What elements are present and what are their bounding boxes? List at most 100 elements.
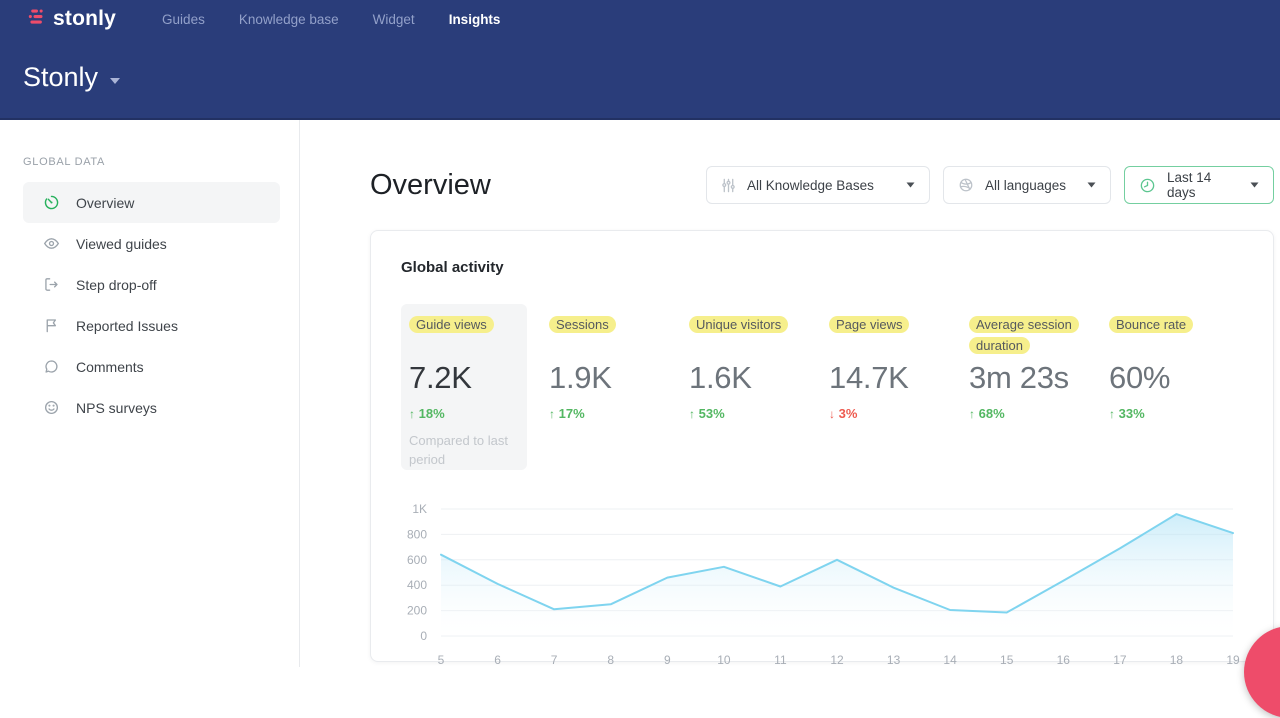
metric-change: ↑ 33%	[1109, 406, 1233, 421]
svg-text:400: 400	[407, 578, 427, 592]
language-filter-value: All languages	[985, 178, 1076, 193]
svg-text:16: 16	[1057, 653, 1071, 667]
metric-change: ↑ 17%	[549, 406, 673, 421]
arrow-up-icon: ↑	[1109, 407, 1115, 421]
sidebar-item-nps-surveys[interactable]: NPS surveys	[23, 387, 280, 428]
metric-avg-session-duration[interactable]: Average session duration 3m 23s ↑ 68%	[961, 304, 1101, 470]
sidebar-item-label: Viewed guides	[76, 236, 167, 252]
svg-text:19: 19	[1226, 653, 1240, 667]
metric-change: ↑ 53%	[689, 406, 813, 421]
svg-text:5: 5	[438, 653, 445, 667]
sidebar-item-comments[interactable]: Comments	[23, 346, 280, 387]
metric-value: 14.7K	[829, 360, 953, 396]
logo-text: stonly	[53, 7, 116, 31]
eye-icon	[43, 235, 60, 252]
sidebar-item-label: Overview	[76, 195, 134, 211]
step-dropoff-icon	[43, 276, 60, 293]
svg-text:9: 9	[664, 653, 671, 667]
date-range-filter-value: Last 14 days	[1167, 170, 1239, 200]
svg-text:600: 600	[407, 552, 427, 566]
knowledge-base-filter-value: All Knowledge Bases	[747, 178, 895, 193]
svg-text:13: 13	[887, 653, 901, 667]
clock-icon	[1139, 177, 1156, 194]
filters-row: All Knowledge Bases All languages	[706, 166, 1274, 204]
metric-value: 3m 23s	[969, 360, 1093, 396]
metrics-row: Guide views 7.2K ↑ 18% Compared to last …	[401, 304, 1243, 470]
sidebar-item-viewed-guides[interactable]: Viewed guides	[23, 223, 280, 264]
svg-text:800: 800	[407, 527, 427, 541]
svg-text:8: 8	[607, 653, 614, 667]
chevron-down-icon	[1087, 182, 1096, 188]
metric-change: ↑ 68%	[969, 406, 1093, 421]
smiley-icon	[43, 399, 60, 416]
nav-item-widget[interactable]: Widget	[373, 12, 415, 27]
date-range-filter[interactable]: Last 14 days	[1124, 166, 1274, 204]
flag-icon	[43, 317, 60, 334]
sidebar-item-label: NPS surveys	[76, 400, 157, 416]
chevron-down-icon	[1250, 182, 1259, 188]
sidebar-item-reported-issues[interactable]: Reported Issues	[23, 305, 280, 346]
metric-value: 1.6K	[689, 360, 813, 396]
metric-label: Page views	[829, 314, 953, 358]
svg-text:17: 17	[1113, 653, 1127, 667]
metric-value: 1.9K	[549, 360, 673, 396]
gauge-icon	[43, 194, 60, 211]
sidebar-item-label: Step drop-off	[76, 277, 157, 293]
metric-change: ↓ 3%	[829, 406, 953, 421]
global-activity-card: Global activity Guide views 7.2K ↑ 18% C…	[370, 230, 1274, 662]
metric-page-views[interactable]: Page views 14.7K ↓ 3%	[821, 304, 961, 470]
sliders-icon	[721, 178, 736, 193]
svg-text:14: 14	[943, 653, 957, 667]
svg-text:200: 200	[407, 603, 427, 617]
metric-note: Compared to last period	[409, 432, 521, 470]
arrow-down-icon: ↓	[829, 407, 835, 421]
sidebar: GLOBAL DATA Overview Viewed guides	[0, 120, 300, 667]
svg-text:6: 6	[494, 653, 501, 667]
activity-chart: 02004006008001K5678910111213141516171819	[401, 497, 1243, 677]
svg-text:1K: 1K	[412, 502, 427, 516]
metric-value: 7.2K	[409, 360, 519, 396]
metric-value: 60%	[1109, 360, 1233, 396]
sidebar-section-title: GLOBAL DATA	[23, 156, 279, 168]
metric-sessions[interactable]: Sessions 1.9K ↑ 17%	[541, 304, 681, 470]
arrow-up-icon: ↑	[409, 407, 415, 421]
stonly-logo-icon	[28, 7, 45, 31]
arrow-up-icon: ↑	[549, 407, 555, 421]
sidebar-item-label: Reported Issues	[76, 318, 178, 334]
metric-unique-visitors[interactable]: Unique visitors 1.6K ↑ 53%	[681, 304, 821, 470]
metric-label: Bounce rate	[1109, 314, 1233, 358]
metric-bounce-rate[interactable]: Bounce rate 60% ↑ 33%	[1101, 304, 1241, 470]
metric-label: Average session duration	[969, 314, 1093, 358]
chevron-down-icon	[110, 78, 120, 84]
svg-text:12: 12	[830, 653, 844, 667]
top-navbar: stonly Guides Knowledge base Widget Insi…	[0, 0, 1280, 120]
svg-text:18: 18	[1170, 653, 1184, 667]
language-filter[interactable]: All languages	[943, 166, 1111, 204]
sidebar-item-step-drop-off[interactable]: Step drop-off	[23, 264, 280, 305]
sidebar-item-label: Comments	[76, 359, 144, 375]
workspace-title: Stonly	[23, 62, 98, 93]
metric-label: Unique visitors	[689, 314, 813, 358]
nav-item-guides[interactable]: Guides	[162, 12, 205, 27]
primary-nav: Guides Knowledge base Widget Insights	[162, 12, 500, 27]
stonly-logo[interactable]: stonly	[28, 7, 116, 31]
metric-guide-views[interactable]: Guide views 7.2K ↑ 18% Compared to last …	[401, 304, 527, 470]
workspace-switcher[interactable]: Stonly	[23, 62, 120, 93]
nav-item-insights[interactable]: Insights	[449, 12, 501, 27]
arrow-up-icon: ↑	[969, 407, 975, 421]
knowledge-base-filter[interactable]: All Knowledge Bases	[706, 166, 930, 204]
chevron-down-icon	[906, 182, 915, 188]
metric-change: ↑ 18%	[409, 406, 519, 421]
svg-text:7: 7	[551, 653, 558, 667]
main-content: Overview All Knowledge Bases	[300, 120, 1280, 667]
arrow-up-icon: ↑	[689, 407, 695, 421]
svg-text:10: 10	[717, 653, 731, 667]
card-title: Global activity	[401, 259, 1243, 276]
svg-text:15: 15	[1000, 653, 1014, 667]
page-title: Overview	[370, 169, 491, 202]
svg-text:0: 0	[420, 629, 427, 643]
metric-label: Guide views	[409, 314, 519, 358]
globe-icon	[958, 177, 974, 193]
nav-item-knowledge-base[interactable]: Knowledge base	[239, 12, 339, 27]
sidebar-item-overview[interactable]: Overview	[23, 182, 280, 223]
